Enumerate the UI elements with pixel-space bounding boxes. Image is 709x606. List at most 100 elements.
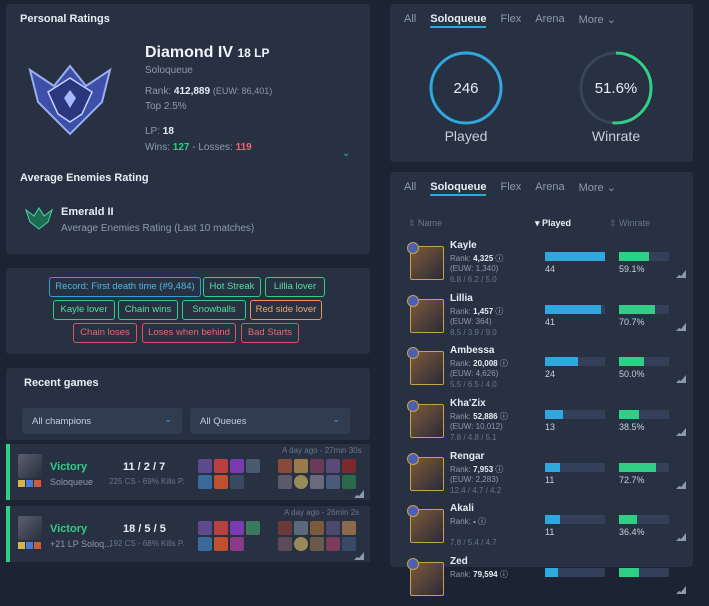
game-queue: +21 LP Soloq... [50,539,112,549]
tab-all[interactable]: All [404,4,416,28]
champion-filter-select[interactable]: All champions ⌄ [22,408,182,434]
item-slot [294,521,308,535]
winrate-bar-fill [619,515,637,524]
column-header-played[interactable]: ▾ Played [535,218,571,229]
graph-icon[interactable] [676,533,686,541]
champion-row[interactable]: Kha'Zix Rank: 52,886 ⓘ (EUW: 10,012) 7.8 / … [400,396,690,448]
played-bar-fill [545,515,560,524]
column-header-name[interactable]: ⇳ Name [408,218,442,229]
champion-row[interactable]: Akali Rank: - ⓘ 7.8 / 5.4 / 4.7 11 36.4% [400,501,690,553]
wins-losses-line: Wins: 127 - Losses: 119 [145,142,252,153]
enemies-rating-title: Average Enemies Rating [20,172,149,184]
champion-euw: (EUW: 10,012) [450,422,503,431]
item-slot [230,459,244,473]
queue-filter-value: All Queues [200,416,247,427]
tag-lillia-lover: Lillia lover [265,277,325,297]
tab-flex[interactable]: Flex [500,4,521,28]
rank-badge-icon [407,295,419,307]
champion-rank: Rank: 52,886 ⓘ [450,412,508,421]
played-bar [545,463,605,472]
victory-stripe [6,506,10,562]
played-bar [545,357,605,366]
champion-row[interactable]: Zed Rank: 79,594 ⓘ [400,554,690,606]
champion-euw: (EUW: 1,340) [450,264,499,273]
champion-rank-value: 20,008 [473,359,498,368]
summoner-spells [18,480,41,487]
game-kda: 18 / 5 / 5 [123,523,166,535]
champion-row[interactable]: Kayle Rank: 4,325 ⓘ (EUW: 1,340) 6.8 / 6.2 … [400,238,690,290]
emerald-emblem-icon [25,207,53,230]
winrate-value: 38.5% [619,422,645,432]
winrate-value: 70.7% [619,317,645,327]
item-slot [198,459,212,473]
graph-icon[interactable] [676,428,686,436]
winrate-bar-fill [619,252,649,261]
rank-badge-icon [407,505,419,517]
champion-kda: 7.8 / 5.4 / 4.7 [450,538,497,547]
item-slot [214,537,228,551]
played-bar-fill [545,252,605,261]
game-row[interactable]: Victory Soloqueue 11 / 2 / 7 225 CS - 69… [6,444,370,500]
personal-ratings-panel: Personal Ratings Diamond IV 18 LP Soloqu… [6,4,370,254]
game-row[interactable]: Victory +21 LP Soloq... 18 / 5 / 5 192 C… [6,506,370,562]
item-slot [310,521,324,535]
winrate-bar [619,252,669,261]
chevron-down-icon: ⌄ [332,414,340,424]
champion-euw: (EUW: 364) [450,317,492,326]
champion-rank: Rank: 79,594 ⓘ [450,570,508,579]
tier-name: Diamond IV [145,44,234,61]
graph-icon[interactable] [676,481,686,489]
champion-row[interactable]: Rengar Rank: 7,953 ⓘ (EUW: 2,283) 12.4 / 4.… [400,449,690,501]
champion-name: Zed [450,556,468,567]
rank-line: Rank: 412,889 (EUW: 86,401) [145,86,272,97]
expand-chevron-icon[interactable]: ⌄ [342,148,350,159]
chevron-down-icon: ⌄ [606,182,616,194]
lp-value: 18 [162,126,174,137]
graph-icon [354,490,364,498]
tab-more[interactable]: More ⌄ [579,172,616,196]
played-value: 246 [453,80,479,97]
tag-loses-when-behind: Loses when behind [142,323,236,343]
recent-games-title: Recent games [24,377,99,389]
played-bar [545,515,605,524]
played-count: 44 [545,264,556,274]
rank-euw: (EUW: 86,401) [212,86,273,96]
graph-icon[interactable] [676,323,686,331]
champion-rank: Rank: 4,325 ⓘ [450,254,504,263]
tab-arena[interactable]: Arena [535,172,564,196]
tab-all[interactable]: All [404,172,416,196]
item-slot [294,475,308,489]
champion-rank-value: 1,457 [473,307,494,316]
tab-flex[interactable]: Flex [500,172,521,196]
item-slot [246,459,260,473]
item-slot [342,459,356,473]
champion-rank-value: 52,886 [473,412,498,421]
tab-soloqueue[interactable]: Soloqueue [430,4,487,28]
graph-icon[interactable] [676,375,686,383]
item-slot [342,537,356,551]
graph-icon[interactable] [676,586,686,594]
item-slot [278,521,292,535]
queue-filter-select[interactable]: All Queues ⌄ [190,408,350,434]
queue-tabs-champions: All Soloqueue Flex Arena More ⌄ [404,172,616,196]
chevron-down-icon: ⌄ [606,14,616,26]
winrate-bar [619,463,669,472]
tab-soloqueue[interactable]: Soloqueue [430,172,487,196]
champion-row[interactable]: Ambessa Rank: 20,008 ⓘ (EUW: 4,626) 5.5 / 6… [400,343,690,395]
played-bar-fill [545,463,560,472]
champion-row[interactable]: Lillia Rank: 1,457 ⓘ (EUW: 364) 8.5 / 3.9 /… [400,291,690,343]
tab-more[interactable]: More ⌄ [579,4,616,28]
wins-value: 127 [172,142,190,153]
graph-icon[interactable] [676,270,686,278]
tag-hot-streak: Hot Streak [203,277,261,297]
played-bar [545,410,605,419]
played-count: 41 [545,317,556,327]
game-cs: 225 CS - 69% Kills P. [109,477,185,486]
played-count: 24 [545,369,556,379]
champion-rank: Rank: - ⓘ [450,517,487,526]
tab-arena[interactable]: Arena [535,4,564,28]
rank-badge-icon [407,453,419,465]
enemies-tier: Emerald II [61,206,114,218]
column-header-winrate[interactable]: ⇳ Winrate [609,218,650,229]
item-slot [310,475,324,489]
